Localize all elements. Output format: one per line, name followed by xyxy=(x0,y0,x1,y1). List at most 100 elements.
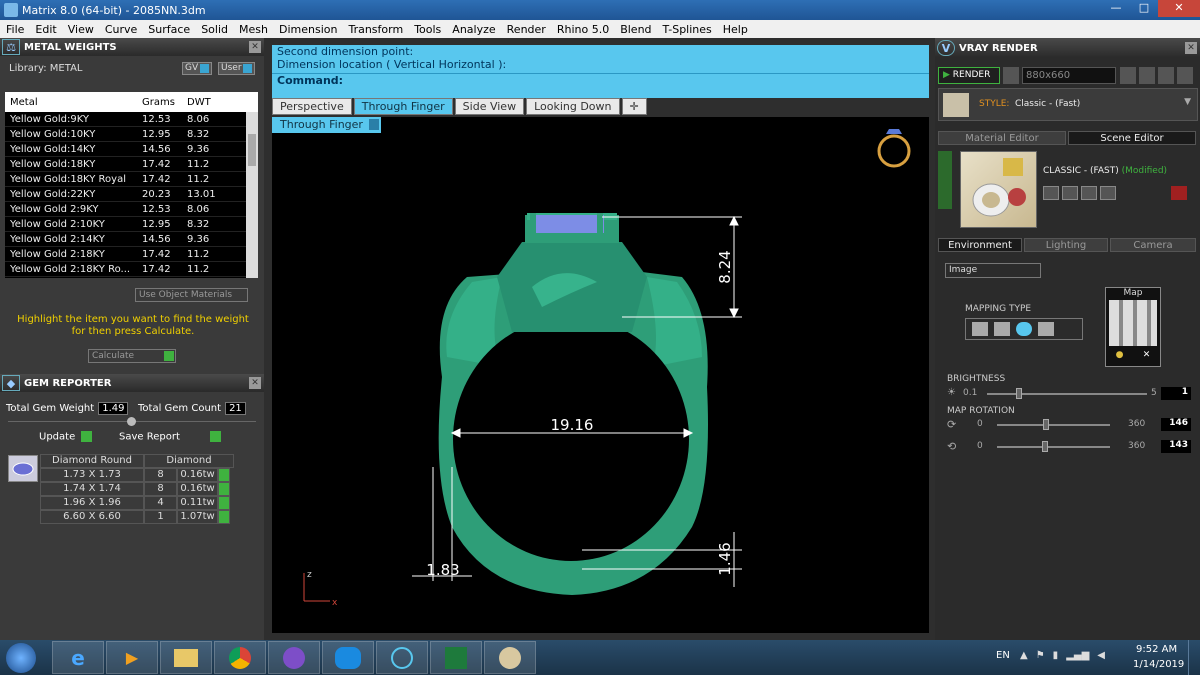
menu-analyze[interactable]: Analyze xyxy=(446,23,500,36)
menu-tsplines[interactable]: T-Splines xyxy=(657,23,717,36)
rotation-1-value[interactable]: 146 xyxy=(1161,418,1191,431)
map-clear-icon[interactable]: ✕ xyxy=(1143,350,1151,360)
viewport[interactable]: Through Finger 8.24 19.16 1.83 1.46 z x xyxy=(272,117,929,633)
column-metal[interactable]: Metal xyxy=(5,97,137,108)
menu-help[interactable]: Help xyxy=(717,23,753,36)
gem-row[interactable]: 1.96 X 1.96 4 0.11tw xyxy=(40,496,234,510)
menu-curve[interactable]: Curve xyxy=(99,23,142,36)
ie-taskbar-icon[interactable]: e xyxy=(52,641,104,674)
rewind-icon[interactable] xyxy=(1120,67,1136,84)
gem-select-button[interactable] xyxy=(218,496,230,510)
table-row[interactable]: Yellow Gold:10KY 12.95 8.32 xyxy=(5,127,258,142)
menu-file[interactable]: File xyxy=(0,23,29,36)
render-layers-icon[interactable] xyxy=(1139,67,1155,84)
tab-environment[interactable]: Environment xyxy=(938,238,1022,252)
column-grams[interactable]: Grams xyxy=(137,97,182,108)
mapping-cube-icon[interactable] xyxy=(994,322,1010,336)
scrollbar-thumb[interactable] xyxy=(248,134,256,166)
menu-mesh[interactable]: Mesh xyxy=(233,23,273,36)
tab-lighting[interactable]: Lighting xyxy=(1024,238,1108,252)
menu-transform[interactable]: Transform xyxy=(342,23,408,36)
style-selector[interactable]: STYLE: Classic - (Fast) ▼ xyxy=(938,88,1198,121)
rotation-slider-2[interactable]: ⟲ 0 360 143 xyxy=(947,440,1193,454)
scrollbar[interactable] xyxy=(246,112,258,278)
menu-surface[interactable]: Surface xyxy=(142,23,195,36)
close-icon[interactable]: ✕ xyxy=(249,41,261,53)
add-tab-icon[interactable]: ✛ xyxy=(621,98,647,115)
tab-camera[interactable]: Camera xyxy=(1110,238,1196,252)
explorer-taskbar-icon[interactable] xyxy=(160,641,212,674)
gem-select-button[interactable] xyxy=(218,510,230,524)
show-desktop-button[interactable] xyxy=(1188,640,1200,675)
viber-taskbar-icon[interactable] xyxy=(268,641,320,674)
menu-edit[interactable]: Edit xyxy=(29,23,61,36)
matrix-taskbar-icon[interactable] xyxy=(376,641,428,674)
chrome-taskbar-icon[interactable] xyxy=(214,641,266,674)
table-row[interactable]: Yellow Gold:14KY 14.56 9.36 xyxy=(5,142,258,157)
user-toggle[interactable]: User xyxy=(218,62,255,75)
gem-row[interactable]: 1.74 X 1.74 8 0.16tw xyxy=(40,482,234,496)
menu-dimension[interactable]: Dimension xyxy=(273,23,342,36)
mapping-dome-icon[interactable] xyxy=(1038,322,1054,336)
start-button[interactable] xyxy=(6,643,36,673)
signal-icon[interactable]: ▂▄▆ xyxy=(1066,650,1089,661)
brightness-value[interactable]: 1 xyxy=(1161,387,1191,400)
map-preview[interactable]: Map ● ✕ xyxy=(1105,287,1161,367)
table-row[interactable]: Yellow Gold:22KY 20.23 13.01 xyxy=(5,187,258,202)
map-open-icon[interactable]: ● xyxy=(1116,350,1124,360)
table-row[interactable]: Yellow Gold 2:18KY Ro... 17.42 11.2 xyxy=(5,262,258,277)
render-button[interactable]: ▶ RENDER xyxy=(938,67,1000,84)
calculate-button[interactable]: Calculate xyxy=(88,349,176,363)
clock-date[interactable]: 1/14/2019 xyxy=(1133,659,1184,670)
tab-side-view[interactable]: Side View xyxy=(454,98,525,115)
update-button[interactable]: Update xyxy=(39,431,93,445)
menu-solid[interactable]: Solid xyxy=(195,23,233,36)
command-prompt[interactable]: Command: xyxy=(272,73,929,87)
menu-tools[interactable]: Tools xyxy=(408,23,446,36)
remove-preset-icon[interactable] xyxy=(1100,186,1116,200)
close-icon[interactable]: ✕ xyxy=(249,377,261,389)
table-row[interactable]: Yellow Gold 2:10KY 12.95 8.32 xyxy=(5,217,258,232)
gem-slider-knob[interactable] xyxy=(127,417,136,426)
gem-select-button[interactable] xyxy=(218,482,230,496)
tab-looking-down[interactable]: Looking Down xyxy=(526,98,620,115)
settings-icon[interactable] xyxy=(1003,67,1019,84)
mapping-sphere-icon[interactable] xyxy=(1016,322,1032,336)
tab-through-finger[interactable]: Through Finger xyxy=(353,98,453,115)
command-area[interactable]: Second dimension point: Dimension locati… xyxy=(272,45,929,98)
excel-taskbar-icon[interactable] xyxy=(430,641,482,674)
menu-blend[interactable]: Blend xyxy=(614,23,656,36)
save-preset-icon[interactable] xyxy=(1043,186,1059,200)
table-row[interactable]: Yellow Gold 2:14KY 14.56 9.36 xyxy=(5,232,258,247)
volume-icon[interactable]: ◀ xyxy=(1097,650,1105,661)
add-preset-icon[interactable] xyxy=(1081,186,1097,200)
mapping-plane-icon[interactable] xyxy=(972,322,988,336)
table-row[interactable]: Yellow Gold 2:18KY 17.42 11.2 xyxy=(5,247,258,262)
rotation-1-knob[interactable] xyxy=(1042,419,1049,430)
gem-row[interactable]: 1.73 X 1.73 8 0.16tw xyxy=(40,468,234,482)
brightness-knob[interactable] xyxy=(1015,388,1022,399)
column-dwt[interactable]: DWT xyxy=(182,97,242,108)
tray-expand-icon[interactable]: ▲ xyxy=(1020,650,1028,661)
close-icon[interactable]: ✕ xyxy=(1185,42,1197,54)
render-list-icon[interactable] xyxy=(1158,67,1174,84)
gem-select-button[interactable] xyxy=(218,468,230,482)
minimize-button[interactable]: — xyxy=(1102,0,1130,17)
media-player-taskbar-icon[interactable]: ▶ xyxy=(106,641,158,674)
table-row[interactable]: Yellow Gold:18KY Royal 17.42 11.2 xyxy=(5,172,258,187)
gv-toggle[interactable]: GV xyxy=(182,62,212,75)
collapse-toggle[interactable] xyxy=(938,151,952,209)
menu-view[interactable]: View xyxy=(62,23,99,36)
rotation-2-knob[interactable] xyxy=(1041,441,1048,452)
rotation-slider-1[interactable]: ⟳ 0 360 146 xyxy=(947,418,1193,432)
table-row[interactable]: Yellow Gold:18KY 17.42 11.2 xyxy=(5,157,258,172)
reset-icon[interactable] xyxy=(1171,186,1187,200)
rotation-2-value[interactable]: 143 xyxy=(1161,440,1191,453)
menu-rhino[interactable]: Rhino 5.0 xyxy=(551,23,614,36)
table-row[interactable]: Yellow Gold:9KY 12.53 8.06 xyxy=(5,112,258,127)
render-size-select[interactable]: 880x660 xyxy=(1022,67,1116,84)
gem-row[interactable]: 6.60 X 6.60 1 1.07tw xyxy=(40,510,234,524)
tab-material-editor[interactable]: Material Editor xyxy=(938,131,1066,145)
language-indicator[interactable]: EN xyxy=(996,650,1010,661)
clock-time[interactable]: 9:52 AM xyxy=(1136,644,1177,655)
